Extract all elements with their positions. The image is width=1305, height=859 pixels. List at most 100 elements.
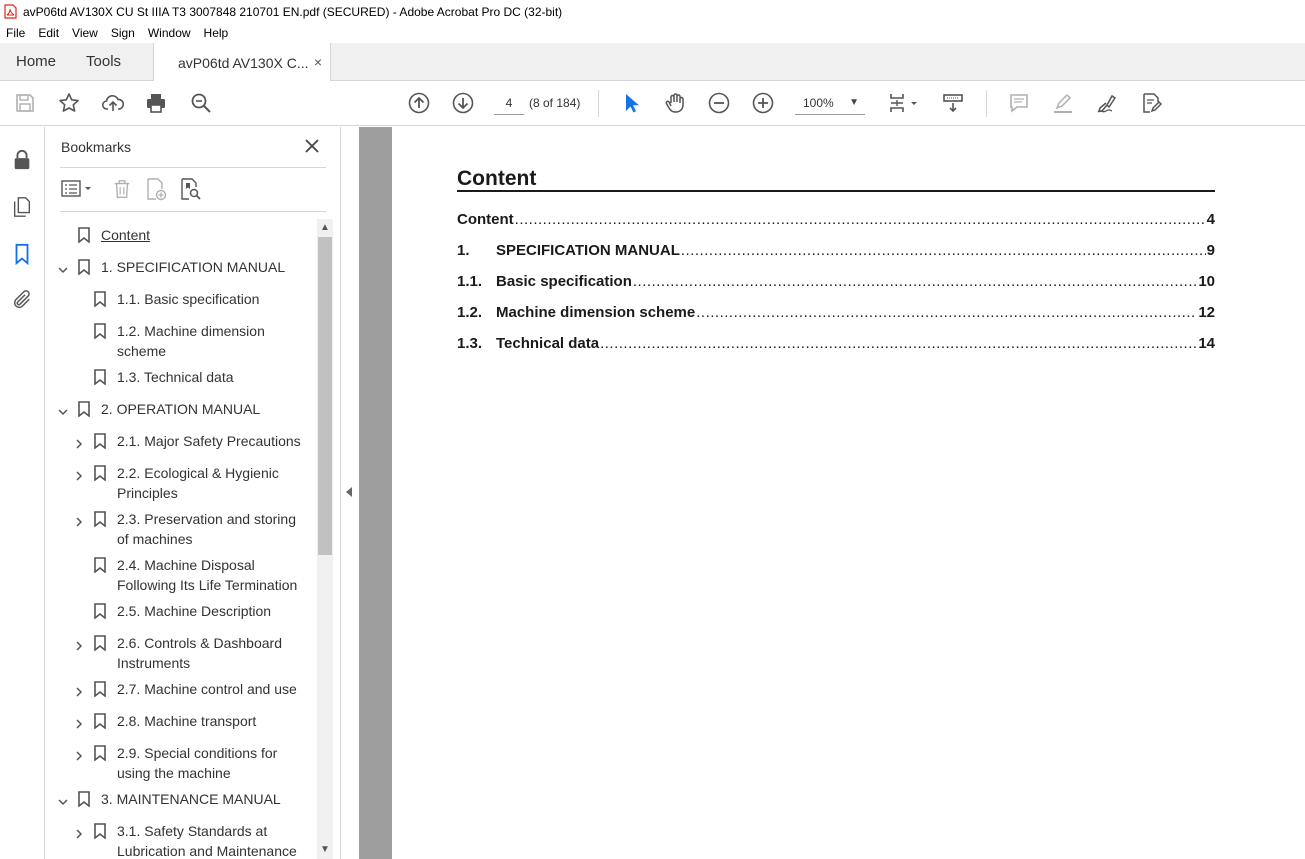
bookmark-ribbon-icon [78,227,90,244]
bookmark-ribbon-icon [94,511,106,528]
panel-collapse-handle[interactable] [341,127,359,859]
bookmarks-scrollbar[interactable]: ▲ ▼ [317,219,333,859]
bookmark-item[interactable]: 3. MAINTENANCE MANUAL [45,789,317,813]
bookmark-label-line2: Lubrication and Maintenance [117,843,297,859]
bookmark-item[interactable]: 1.3. Technical data [45,367,317,391]
toc-row[interactable]: Content 4 [457,211,1215,231]
bookmark-item[interactable]: 1.1. Basic specification [45,289,317,313]
bookmark-ribbon-icon [94,465,106,482]
bookmark-icon[interactable] [10,242,34,266]
page-fit-icon[interactable] [886,90,920,116]
select-arrow-icon[interactable] [618,90,644,116]
chevron-right-icon[interactable] [73,715,85,729]
chevron-right-icon[interactable] [73,513,85,527]
toc-number: 1.3. [457,335,483,352]
bookmark-label: 3. MAINTENANCE MANUAL [101,791,281,807]
tab-home[interactable]: Home [0,43,72,81]
scroll-mode-icon[interactable] [940,90,966,116]
comment-icon[interactable] [1006,90,1032,116]
tab-tools[interactable]: Tools [72,43,135,81]
menu-window[interactable]: Window [148,26,191,40]
close-panel-icon[interactable] [303,137,321,155]
chevron-right-icon[interactable] [73,637,85,651]
bookmark-item[interactable]: 2.1. Major Safety Precautions [45,431,317,455]
toolbar-divider [986,90,987,117]
bookmark-label-line2: of machines [117,531,193,547]
sign-icon[interactable] [1094,90,1120,116]
tab-bar: Home Tools avP06td AV130X C... × [0,43,1305,82]
chevron-down-icon[interactable] [57,261,69,274]
chevron-right-icon[interactable] [73,747,85,761]
menu-edit[interactable]: Edit [38,26,59,40]
toc-row[interactable]: 1.1. Basic specification 10 [457,273,1215,293]
toc-leader [696,304,1197,321]
menu-file[interactable]: File [6,26,25,40]
close-tab-icon[interactable]: × [314,54,322,70]
bookmark-item[interactable]: 1.2. Machine dimension scheme [45,321,317,365]
upload-icon[interactable] [100,90,126,116]
zoom-search-icon[interactable] [188,90,214,116]
bookmark-item[interactable]: 1. SPECIFICATION MANUAL [45,257,317,281]
delete-icon[interactable] [110,177,134,201]
menu-bar: File Edit View Sign Window Help [0,23,1305,43]
chevron-right-icon[interactable] [73,683,85,697]
bookmarks-header: Bookmarks [61,139,132,155]
new-bookmark-icon[interactable] [144,177,168,201]
scroll-down-icon[interactable]: ▼ [319,844,331,856]
bookmark-ribbon-icon [94,823,106,840]
toc-leader [633,273,1197,290]
page-down-icon[interactable] [450,90,476,116]
print-icon[interactable] [143,90,169,116]
zoom-out-icon[interactable] [706,90,732,116]
bookmark-item[interactable]: 3.1. Safety Standards at Lubrication and… [45,821,317,859]
menu-sign[interactable]: Sign [111,26,135,40]
chevron-right-icon[interactable] [73,825,85,839]
scroll-up-icon[interactable]: ▲ [319,222,331,234]
pages-icon[interactable] [10,195,34,219]
toc-leader [600,335,1197,352]
attachment-icon[interactable] [10,288,34,312]
menu-view[interactable]: View [72,26,98,40]
bookmark-item[interactable]: 2.7. Machine control and use [45,679,317,703]
bookmark-options-icon[interactable] [60,177,96,201]
fill-sign-icon[interactable] [1138,90,1164,116]
page-up-icon[interactable] [406,90,432,116]
bookmark-item[interactable]: 2. OPERATION MANUAL [45,399,317,423]
find-bookmark-icon[interactable] [178,177,202,201]
toc-row[interactable]: 1.2. Machine dimension scheme 12 [457,304,1215,324]
star-icon[interactable] [56,90,82,116]
bookmark-item[interactable]: 2.4. Machine Disposal Following Its Life… [45,555,317,599]
bookmark-label: 1.2. Machine dimension [117,323,265,339]
toc-page: 10 [1198,273,1215,290]
left-tool-rail [0,127,45,859]
bookmark-item[interactable]: 2.8. Machine transport [45,711,317,735]
bookmark-item[interactable]: 2.2. Ecological & Hygienic Principles [45,463,317,507]
bookmark-label: 2.9. Special conditions for [117,745,278,761]
bookmark-item[interactable]: 2.5. Machine Description [45,601,317,625]
bookmark-label: 2.2. Ecological & Hygienic [117,465,279,481]
chevron-down-icon[interactable] [57,793,69,806]
save-icon[interactable] [12,90,38,116]
zoom-select[interactable]: 100% ▼ [795,93,865,115]
bookmark-ribbon-icon [94,433,106,450]
zoom-in-icon[interactable] [750,90,776,116]
lock-icon[interactable] [10,148,34,172]
hand-icon[interactable] [662,90,688,116]
bookmark-label: 2.5. Machine Description [117,603,272,619]
bookmark-ribbon-icon [94,635,106,652]
toc-row[interactable]: 1.3. Technical data 14 [457,335,1215,355]
bookmark-item[interactable]: 2.3. Preservation and storing of machine… [45,509,317,553]
bookmark-label: 1.3. Technical data [117,369,234,385]
tab-document[interactable]: avP06td AV130X C... × [153,43,331,82]
bookmark-item[interactable]: 2.6. Controls & Dashboard Instruments [45,633,317,677]
page-number-input[interactable]: 4 [494,93,524,115]
scrollbar-thumb[interactable] [318,237,332,555]
menu-help[interactable]: Help [204,26,229,40]
bookmark-item[interactable]: 2.9. Special conditions for using the ma… [45,743,317,787]
chevron-right-icon[interactable] [73,467,85,481]
chevron-right-icon[interactable] [73,435,85,449]
chevron-down-icon[interactable] [57,403,69,416]
highlight-icon[interactable] [1050,90,1076,116]
toc-row[interactable]: 1. SPECIFICATION MANUAL 9 [457,242,1215,262]
bookmark-item[interactable]: Content [45,225,317,249]
